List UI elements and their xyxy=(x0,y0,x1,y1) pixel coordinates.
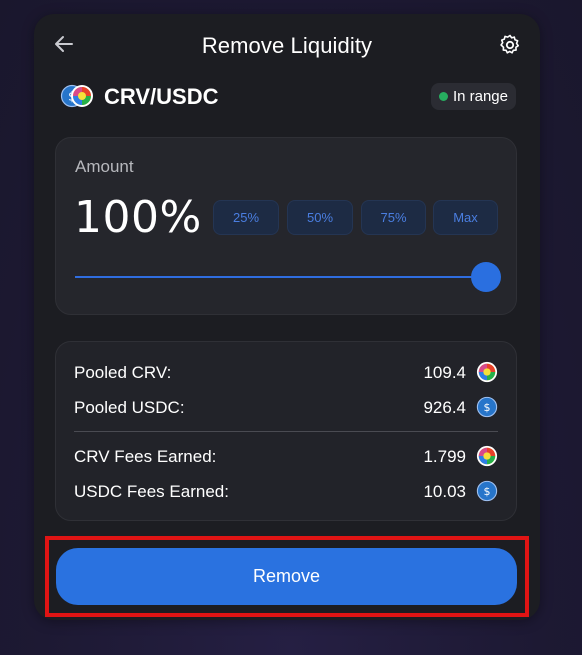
remove-button[interactable]: Remove xyxy=(56,548,517,605)
pair-token-icons: $ xyxy=(60,84,96,108)
pooled-crv-label: Pooled CRV: xyxy=(74,363,172,382)
preset-75-button[interactable]: 75% xyxy=(361,200,426,235)
amount-slider[interactable] xyxy=(75,262,502,292)
pooled-usdc-label: Pooled USDC: xyxy=(74,398,185,417)
crv-token-icon xyxy=(476,361,498,383)
preset-max-button[interactable]: Max xyxy=(433,200,498,235)
usdc-token-icon: $ xyxy=(476,480,498,502)
pooled-crv-value: 109.4 xyxy=(423,363,466,382)
pooled-usdc-row: Pooled USDC: 926.4 $ xyxy=(74,396,498,420)
usdc-token-icon: $ xyxy=(476,396,498,418)
crv-fees-row: CRV Fees Earned: 1.799 xyxy=(74,445,498,469)
card-header: Remove Liquidity xyxy=(34,14,540,78)
preset-50-button[interactable]: 50% xyxy=(287,200,353,235)
pair-row: $ CRV/USDC In range xyxy=(60,82,516,112)
usdc-fees-value: 10.03 xyxy=(423,482,466,501)
range-status-label: In range xyxy=(452,88,508,105)
pair-name: CRV/USDC xyxy=(104,84,219,109)
pooled-crv-row: Pooled CRV: 109.4 xyxy=(74,361,498,385)
amount-percent-value: 100% xyxy=(74,192,202,243)
settings-button[interactable] xyxy=(498,33,522,57)
crv-token-icon xyxy=(71,85,93,107)
usdc-fees-row: USDC Fees Earned: 10.03 $ xyxy=(74,480,498,504)
page-title: Remove Liquidity xyxy=(201,33,373,58)
gear-icon xyxy=(500,34,519,54)
amount-label: Amount xyxy=(75,157,134,176)
svg-text:$: $ xyxy=(484,485,491,498)
remove-liquidity-card: Remove Liquidity $ CRV/USDC xyxy=(34,14,540,620)
divider xyxy=(74,431,498,432)
status-dot xyxy=(438,92,448,101)
svg-text:$: $ xyxy=(484,401,491,414)
amount-panel: Amount 100% 25% 50% 75% Max xyxy=(55,137,517,315)
crv-token-icon xyxy=(476,445,498,467)
position-details-panel: Pooled CRV: 109.4 Pooled USDC: 926.4 $ C… xyxy=(55,341,517,521)
crv-fees-value: 1.799 xyxy=(423,447,466,466)
usdc-fees-label: USDC Fees Earned: xyxy=(74,482,229,501)
crv-fees-label: CRV Fees Earned: xyxy=(74,447,217,466)
range-status-badge: In range xyxy=(430,83,516,110)
pooled-usdc-value: 926.4 xyxy=(423,398,466,417)
slider-track[interactable] xyxy=(75,276,485,278)
slider-thumb[interactable] xyxy=(471,262,501,292)
preset-25-button[interactable]: 25% xyxy=(213,200,279,235)
